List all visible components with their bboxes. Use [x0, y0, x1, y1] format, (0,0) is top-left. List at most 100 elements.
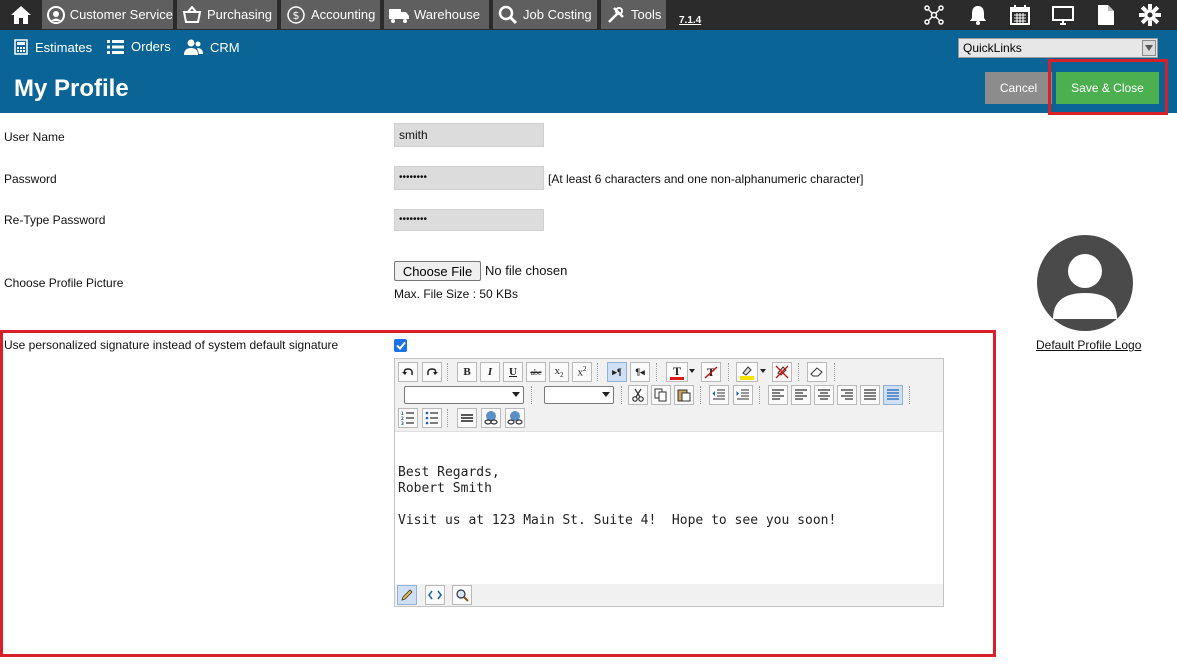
document-button[interactable] [1094, 3, 1118, 27]
redo-button[interactable] [422, 362, 442, 382]
choose-file-button[interactable]: Choose File [394, 261, 481, 281]
paste-icon [677, 389, 691, 402]
password-field[interactable]: •••••••• [394, 166, 544, 190]
design-mode-button[interactable] [397, 585, 417, 605]
title-bar: My Profile Cancel Save & Close [0, 65, 1177, 113]
subnav-estimates[interactable]: Estimates [14, 39, 92, 55]
version-link[interactable]: 7.1.4 [679, 15, 701, 26]
avatar [1037, 235, 1133, 331]
preview-mode-button[interactable] [452, 585, 472, 605]
calendar-button[interactable] [1008, 3, 1032, 27]
indent-button[interactable] [733, 385, 753, 405]
font-size-select[interactable] [544, 386, 614, 404]
nav-warehouse[interactable]: Warehouse [384, 0, 489, 29]
highlight-icon [740, 366, 754, 380]
editor-content[interactable]: Best Regards, Robert Smith Visit us at 1… [398, 465, 836, 529]
align-left-icon [795, 389, 807, 400]
headset-icon [46, 5, 65, 24]
ordered-list-button[interactable]: 123 [398, 408, 418, 428]
display-button[interactable] [1051, 3, 1075, 27]
subnav-orders[interactable]: Orders [107, 39, 171, 54]
font-color-dropdown-arrow[interactable] [689, 369, 695, 373]
quicklinks-select[interactable]: QuickLinks [958, 38, 1158, 58]
username-label: User Name [4, 130, 65, 144]
nav-accounting[interactable]: $ Accounting [281, 0, 380, 29]
redo-icon [427, 368, 438, 376]
toolbar-separator [447, 363, 448, 381]
nav-tools[interactable]: Tools [601, 0, 666, 29]
cancel-button[interactable]: Cancel [985, 72, 1052, 104]
monitor-icon [1052, 6, 1074, 25]
svg-text:$: $ [293, 9, 300, 22]
insert-link-button[interactable] [481, 408, 501, 428]
retype-password-label: Re-Type Password [4, 213, 106, 227]
bold-button[interactable]: B [457, 362, 477, 382]
save-highlight-box [1048, 59, 1168, 115]
username-field[interactable]: smith [394, 123, 544, 147]
link-icon [484, 411, 498, 425]
outdent-icon [712, 389, 725, 400]
rtl-button[interactable]: ¶◂ [630, 362, 650, 382]
subscript-button[interactable]: x2 [549, 362, 569, 382]
signature-line: Visit us at 123 Main St. Suite 4! Hope t… [398, 513, 837, 528]
toolbar-separator [447, 409, 448, 427]
remove-link-button[interactable] [505, 408, 525, 428]
nav-customer-service[interactable]: Customer Service [42, 0, 173, 29]
toolbar-separator [834, 363, 835, 381]
align-right-icon [841, 389, 853, 400]
retype-password-field[interactable]: •••••••• [394, 209, 544, 231]
align-right-button[interactable] [837, 385, 857, 405]
ltr-button[interactable]: ▸¶ [607, 362, 627, 382]
indent-icon [736, 389, 749, 400]
highlight-dropdown-arrow[interactable] [760, 369, 766, 373]
align-center-icon [818, 389, 830, 400]
underline-button[interactable]: U [503, 362, 523, 382]
justify-icon [864, 389, 876, 400]
justify-none-icon [887, 389, 899, 400]
nav-job-costing[interactable]: Job Costing [493, 0, 597, 29]
signature-checkbox[interactable] [394, 339, 407, 352]
font-color-button[interactable]: T [666, 362, 688, 382]
justify-none-button[interactable] [883, 385, 903, 405]
paste-button[interactable] [674, 385, 694, 405]
svg-text:T: T [673, 364, 681, 378]
settings-button[interactable] [1138, 3, 1162, 27]
unordered-list-button[interactable] [422, 408, 442, 428]
chevron-down-icon [512, 392, 520, 397]
clear-font-color-button[interactable]: T [701, 362, 721, 382]
superscript-button[interactable]: x2 [572, 362, 592, 382]
highlight-color-button[interactable] [736, 362, 758, 382]
undo-icon [402, 368, 413, 376]
toolbar-separator [531, 386, 532, 404]
signature-label: Use personalized signature instead of sy… [4, 338, 339, 352]
italic-icon: I [487, 366, 493, 378]
notifications-button[interactable] [966, 3, 990, 27]
html-mode-button[interactable] [425, 585, 445, 605]
align-left-button[interactable] [791, 385, 811, 405]
calculator-icon [14, 39, 28, 55]
signature-line [398, 497, 836, 513]
clear-highlight-button[interactable] [772, 362, 792, 382]
font-family-select[interactable] [404, 386, 524, 404]
list-icon [107, 39, 124, 54]
outdent-button[interactable] [709, 385, 729, 405]
copy-button[interactable] [651, 385, 671, 405]
toolbar-separator [728, 363, 729, 381]
ordered-list-icon: 123 [401, 411, 414, 425]
default-profile-logo-link[interactable]: Default Profile Logo [1036, 338, 1141, 352]
italic-button[interactable]: I [480, 362, 500, 382]
subnav-crm[interactable]: CRM [184, 39, 240, 55]
cut-button[interactable] [628, 385, 648, 405]
clear-highlight-icon [775, 365, 789, 379]
horizontal-rule-button[interactable] [457, 408, 477, 428]
network-icon [924, 5, 944, 25]
undo-button[interactable] [398, 362, 418, 382]
eraser-button[interactable] [807, 362, 827, 382]
home-button[interactable] [3, 0, 39, 30]
align-justify-left-button[interactable] [768, 385, 788, 405]
nav-purchasing[interactable]: Purchasing [177, 0, 277, 29]
network-button[interactable] [922, 3, 946, 27]
justify-button[interactable] [860, 385, 880, 405]
strikethrough-button[interactable]: abc [526, 362, 546, 382]
align-center-button[interactable] [814, 385, 834, 405]
